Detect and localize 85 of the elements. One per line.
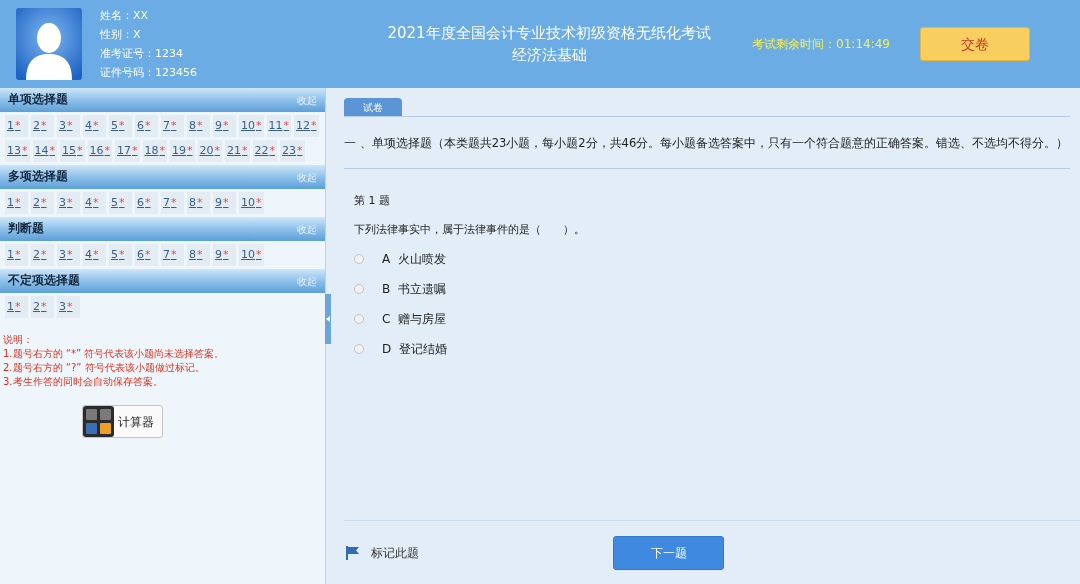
option-text: 登记结婚 bbox=[399, 340, 448, 358]
calculator-icon bbox=[83, 406, 114, 437]
question-number-link[interactable]: 5* bbox=[109, 244, 132, 266]
note-text: 3.考生作答的同时会自动保存答案。 bbox=[3, 375, 164, 389]
option-text: 赠与房屋 bbox=[398, 310, 447, 328]
question-number-link[interactable]: 1* bbox=[5, 244, 28, 266]
question-number-link[interactable]: 14* bbox=[32, 140, 57, 162]
radio-button[interactable] bbox=[354, 314, 364, 325]
countdown-timer: 考试剩余时间：01:14:49 bbox=[752, 36, 890, 53]
question-number-link[interactable]: 11* bbox=[266, 115, 291, 137]
question-number-link[interactable]: 4* bbox=[83, 115, 106, 137]
next-question-button[interactable]: 下一题 bbox=[613, 535, 724, 570]
question-number-link[interactable]: 16* bbox=[87, 140, 112, 162]
question-number-link[interactable]: 3* bbox=[57, 296, 80, 318]
section-title: 多项选择题 bbox=[8, 168, 68, 186]
question-number-link[interactable]: 5* bbox=[109, 115, 132, 137]
note-text: 说明： bbox=[3, 333, 34, 347]
section-title: 判断题 bbox=[8, 220, 44, 238]
question-number-link[interactable]: 1* bbox=[5, 115, 28, 137]
flag-icon bbox=[346, 545, 359, 560]
question-number-link[interactable]: 12* bbox=[294, 115, 319, 137]
question-number-link[interactable]: 15* bbox=[60, 140, 85, 162]
question-number-link[interactable]: 3* bbox=[57, 244, 80, 266]
question-number-link[interactable]: 7* bbox=[161, 115, 184, 137]
question-number-link[interactable]: 9* bbox=[213, 192, 236, 214]
question-number-link[interactable]: 4* bbox=[83, 192, 106, 214]
avatar-icon bbox=[16, 8, 82, 80]
candidate-info: 准考证号：1234 bbox=[100, 46, 184, 62]
option-letter: B bbox=[382, 281, 391, 299]
question-number-link[interactable]: 17* bbox=[115, 140, 140, 162]
collapse-handle[interactable] bbox=[325, 294, 331, 344]
question-number-link[interactable]: 2* bbox=[31, 115, 54, 137]
question-number-link[interactable]: 23* bbox=[280, 140, 305, 162]
question-number-link[interactable]: 9* bbox=[213, 115, 236, 137]
question-number-link[interactable]: 10* bbox=[239, 115, 264, 137]
note-text: 1.题号右方的 “*” 符号代表该小题尚未选择答案。 bbox=[3, 347, 226, 361]
question-number: 第 1 题 bbox=[354, 193, 391, 210]
question-number-link[interactable]: 2* bbox=[31, 192, 54, 214]
question-number-link[interactable]: 7* bbox=[161, 192, 184, 214]
option-text: 火山喷发 bbox=[398, 250, 447, 268]
radio-button[interactable] bbox=[354, 284, 364, 295]
question-number-link[interactable]: 19* bbox=[170, 140, 195, 162]
question-number-link[interactable]: 3* bbox=[57, 192, 80, 214]
section-instruction: 一 、单项选择题（本类题共23小题，每小题2分，共46分。每小题备选答案中，只有一个符合题意的正确答案。错选、不选均不得分。） bbox=[344, 117, 1070, 170]
question-number-link[interactable]: 2* bbox=[31, 244, 54, 266]
option-letter: C bbox=[382, 311, 391, 329]
radio-button[interactable] bbox=[354, 254, 364, 265]
question-number-link[interactable]: 10* bbox=[239, 244, 264, 266]
calculator-button[interactable]: 计算器 bbox=[82, 405, 163, 438]
question-number-link[interactable]: 6* bbox=[135, 115, 158, 137]
question-number-link[interactable]: 18* bbox=[142, 140, 167, 162]
question-number-link[interactable]: 22* bbox=[252, 140, 277, 162]
section-title: 单项选择题 bbox=[8, 91, 68, 109]
question-number-link[interactable]: 6* bbox=[135, 192, 158, 214]
option-letter: D bbox=[382, 341, 392, 359]
question-number-link[interactable]: 8* bbox=[187, 244, 210, 266]
question-number-link[interactable]: 1* bbox=[5, 296, 28, 318]
submit-button[interactable]: 交卷 bbox=[920, 27, 1030, 61]
candidate-info: 姓名：XX bbox=[100, 8, 150, 24]
question-number-link[interactable]: 2* bbox=[31, 296, 54, 318]
candidate-info: 证件号码：123456 bbox=[100, 65, 197, 81]
question-number-link[interactable]: 7* bbox=[161, 244, 184, 266]
note-text: 2.题号右方的 “?” 符号代表该小题做过标记。 bbox=[3, 361, 206, 375]
question-number-link[interactable]: 10* bbox=[239, 192, 264, 214]
exam-tab[interactable]: 试卷 bbox=[344, 98, 402, 116]
question-number-link[interactable]: 4* bbox=[83, 244, 106, 266]
question-text: 下列法律事实中，属于法律事件的是（ ）。 bbox=[354, 221, 586, 238]
option-letter: A bbox=[382, 251, 391, 269]
question-number-link[interactable]: 13* bbox=[5, 140, 30, 162]
section-title: 不定项选择题 bbox=[8, 272, 80, 290]
candidate-info: 性别：X bbox=[100, 27, 142, 43]
question-number-link[interactable]: 3* bbox=[57, 115, 80, 137]
option-text: 书立遗嘱 bbox=[398, 280, 447, 298]
exam-subject: 经济法基础 bbox=[511, 45, 587, 66]
radio-button[interactable] bbox=[354, 344, 364, 355]
question-number-link[interactable]: 21* bbox=[225, 140, 250, 162]
mark-question-button[interactable]: 标记此题 bbox=[346, 543, 419, 562]
question-number-link[interactable]: 8* bbox=[187, 115, 210, 137]
question-number-link[interactable]: 8* bbox=[187, 192, 210, 214]
question-number-link[interactable]: 9* bbox=[213, 244, 236, 266]
question-number-link[interactable]: 6* bbox=[135, 244, 158, 266]
question-number-link[interactable]: 1* bbox=[5, 192, 28, 214]
question-number-link[interactable]: 5* bbox=[109, 192, 132, 214]
question-number-link[interactable]: 20* bbox=[197, 140, 222, 162]
exam-title: 2021年度全国会计专业技术初级资格无纸化考试 bbox=[387, 23, 711, 44]
